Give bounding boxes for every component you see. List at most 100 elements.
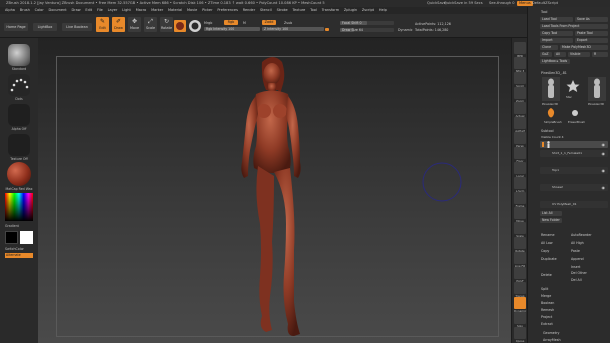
- menu-stencil[interactable]: Stencil: [258, 7, 275, 14]
- menu-marker[interactable]: Marker: [149, 7, 166, 14]
- brush-thumbnail[interactable]: [8, 44, 30, 66]
- menu-render[interactable]: Render: [240, 7, 257, 14]
- live-boolean-button[interactable]: Live Boolean: [62, 23, 92, 31]
- home-page-button[interactable]: Home Page: [4, 23, 28, 31]
- subtool-row-shirt[interactable]: Shirt_1_1_Female01 ◉: [540, 150, 608, 157]
- rename-button[interactable]: Rename: [541, 233, 555, 237]
- m-toggle[interactable]: M: [243, 21, 246, 25]
- shelf-move-button[interactable]: Move: [514, 207, 526, 223]
- shelf-rotate-button[interactable]: Rotate: [514, 237, 526, 253]
- tool-thumb-star[interactable]: Star: [566, 79, 580, 99]
- menu-movie[interactable]: Movie: [185, 7, 200, 14]
- subtool-row-body[interactable]: ◉: [540, 141, 608, 148]
- menu-texture[interactable]: Texture: [290, 7, 308, 14]
- main-color-swatch[interactable]: [5, 231, 18, 244]
- scale-button[interactable]: ⤢ Scale: [144, 17, 157, 32]
- stroke-thumbnail[interactable]: [8, 74, 30, 96]
- load-tools-from-project-button[interactable]: Load Tools From Project: [540, 24, 608, 29]
- geometry-section[interactable]: Geometry: [543, 331, 559, 335]
- rgb-toggle[interactable]: Rgb: [224, 20, 238, 25]
- menu-help[interactable]: Help: [376, 7, 389, 14]
- save-as-button[interactable]: Save As: [575, 17, 608, 22]
- rgb-intensity-slider[interactable]: Rgb Intensity 100: [204, 27, 260, 31]
- menu-alpha[interactable]: Alpha: [0, 7, 17, 14]
- shelf-local-button[interactable]: Local: [514, 162, 526, 178]
- color-sphere-button[interactable]: [189, 20, 201, 32]
- focal-shift-slider[interactable]: Focal Shift 0: [340, 21, 394, 25]
- menu-material[interactable]: Material: [166, 7, 185, 14]
- autoreorder-button[interactable]: AutoReorder: [571, 233, 592, 237]
- export-button[interactable]: Export: [575, 38, 608, 43]
- menu-zplugin[interactable]: Zplugin: [342, 7, 360, 14]
- color-picker[interactable]: [5, 193, 33, 221]
- move-button[interactable]: ✥ Move: [128, 17, 141, 32]
- tool-thumb-eraserbrush[interactable]: EraserBrush: [568, 107, 585, 124]
- delete-button[interactable]: Delete: [541, 273, 552, 277]
- clone-button[interactable]: Clone: [540, 45, 558, 50]
- menu-picker[interactable]: Picker: [200, 7, 215, 14]
- menu-zscript[interactable]: Zscript: [360, 7, 377, 14]
- all-low-button[interactable]: All Low: [541, 241, 553, 245]
- menu-preferences[interactable]: Preferences: [215, 7, 240, 14]
- eye-icon[interactable]: ◉: [602, 184, 606, 191]
- texture-thumbnail[interactable]: [8, 134, 30, 156]
- eye-icon[interactable]: ◉: [602, 167, 606, 174]
- import-button[interactable]: Import: [540, 38, 573, 43]
- menu-file[interactable]: File: [95, 7, 106, 14]
- draw-size-slider[interactable]: Draw Size 64: [340, 28, 394, 32]
- visible-button[interactable]: Visible: [568, 52, 590, 57]
- tool-thumb-pinealen3d-2[interactable]: PineAlen3D: [588, 77, 606, 106]
- subtool-row-shoes[interactable]: Shoes2 ◉: [540, 184, 608, 191]
- material-swatch-button[interactable]: [174, 20, 186, 32]
- tool-thumb-simplebrush[interactable]: SimpleBrush: [544, 107, 562, 124]
- project-section[interactable]: Project: [541, 315, 552, 319]
- menu-brush[interactable]: Brush: [17, 7, 32, 14]
- eye-icon[interactable]: ◉: [602, 141, 606, 148]
- shelf-persp-button[interactable]: Persp: [514, 132, 526, 148]
- shelf-solo-button[interactable]: Solo: [514, 312, 526, 328]
- zsub-toggle[interactable]: Zsub: [284, 21, 292, 25]
- dynamic-toggle[interactable]: Dynamic: [398, 28, 413, 32]
- menu-tool[interactable]: Tool: [308, 7, 320, 14]
- seethrough-slider[interactable]: See-through 0: [489, 0, 515, 7]
- shelf-transp-button[interactable]: Transp: [514, 282, 526, 298]
- subtool-row-top[interactable]: Top1 ◉: [540, 167, 608, 174]
- all-high-button[interactable]: All High: [571, 241, 584, 245]
- tool-thumb-pinealen3d[interactable]: PineAlen3D: [542, 77, 560, 106]
- split-section[interactable]: Split: [541, 287, 548, 291]
- menu-macro[interactable]: Macro: [133, 7, 148, 14]
- menu-transform[interactable]: Transform: [319, 7, 341, 14]
- list-all-button[interactable]: List All: [540, 211, 562, 216]
- paste-button[interactable]: Paste: [571, 249, 580, 253]
- menu-color[interactable]: Color: [32, 7, 46, 14]
- paste-tool-button[interactable]: Paste Tool: [575, 31, 608, 36]
- copy-tool-button[interactable]: Copy Tool: [540, 31, 573, 36]
- shelf-polyf-button[interactable]: PolyF: [514, 267, 526, 283]
- make-polymesh3d-button[interactable]: Make PolyMesh3D: [560, 45, 608, 50]
- shelf-xpose-button[interactable]: Xpose: [514, 327, 526, 343]
- switch-color-button[interactable]: SwitchColor: [0, 247, 38, 251]
- load-tool-button[interactable]: Load Tool: [540, 17, 573, 22]
- menus-button[interactable]: Menus: [517, 1, 533, 6]
- alternate-button[interactable]: Alternate: [5, 253, 33, 258]
- zadd-toggle[interactable]: Zadd: [262, 20, 276, 25]
- copy-button[interactable]: Copy: [541, 249, 549, 253]
- append-button[interactable]: Append: [571, 257, 584, 261]
- material-thumbnail[interactable]: [7, 162, 31, 186]
- extract-section[interactable]: Extract: [541, 322, 553, 326]
- document-canvas[interactable]: [38, 38, 511, 343]
- shelf-dynamic-button[interactable]: Dynamic: [514, 297, 526, 313]
- shelf-line-fill-button[interactable]: Line Fill: [514, 252, 526, 268]
- menu-layer[interactable]: Layer: [105, 7, 120, 14]
- edit-button[interactable]: ✎ Edit: [96, 17, 109, 32]
- alpha-thumbnail[interactable]: [8, 104, 30, 126]
- lightbox-button[interactable]: LightBox: [33, 23, 57, 31]
- default-zscript-button[interactable]: DefaultZScript: [532, 0, 558, 7]
- merge-section[interactable]: Merge: [541, 294, 551, 298]
- duplicate-button[interactable]: Duplicate: [541, 257, 557, 261]
- shelf-spix-3-button[interactable]: SPix 3: [514, 57, 526, 73]
- arraymesh-section[interactable]: ArrayMesh: [543, 338, 561, 342]
- menu-edit[interactable]: Edit: [83, 7, 95, 14]
- shelf-floor-button[interactable]: Floor: [514, 147, 526, 163]
- del-all-button[interactable]: Del All: [571, 278, 582, 282]
